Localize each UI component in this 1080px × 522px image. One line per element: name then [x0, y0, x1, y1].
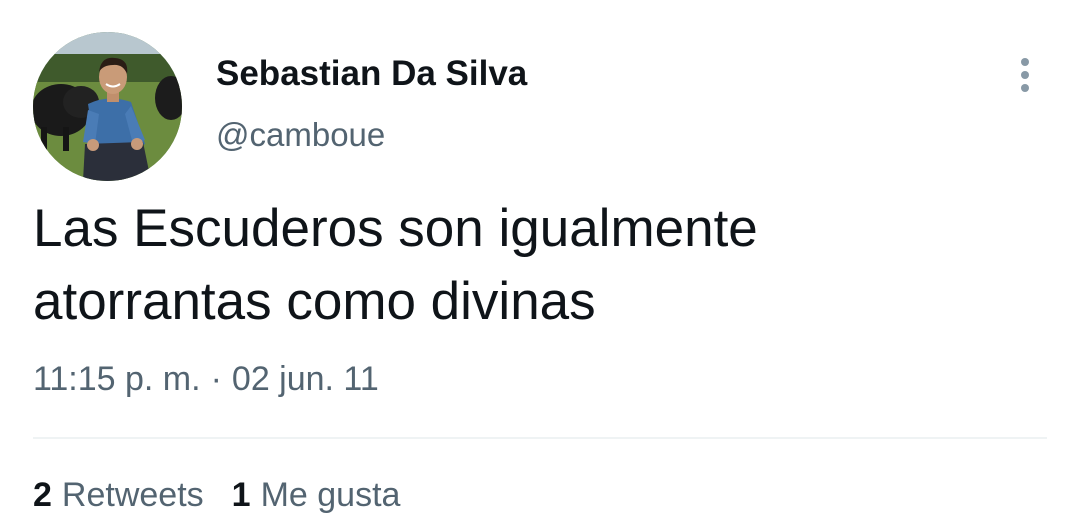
meta-separator: ·	[210, 360, 222, 398]
retweets-label: Retweets	[61, 476, 204, 514]
likes-count: 1	[231, 476, 251, 514]
divider	[33, 437, 1047, 439]
likes-label: Me gusta	[260, 476, 401, 514]
likes-stat[interactable]: 1 Me gusta	[232, 476, 401, 515]
tweet-date[interactable]: 02 jun. 11	[232, 360, 379, 398]
retweets-stat[interactable]: 2 Retweets	[33, 476, 204, 515]
tweet-text: Las Escuderos son igualmente atorrantas …	[33, 192, 1033, 338]
tweet-card[interactable]: Sebastian Da Silva @camboue Las Escudero…	[0, 0, 1080, 522]
retweets-count: 2	[33, 476, 52, 514]
tweet-text-line: Las Escuderos son igualmente	[33, 199, 758, 258]
author-name[interactable]: Sebastian Da Silva	[216, 54, 527, 94]
tweet-stats: 2 Retweets 1 Me gusta	[33, 476, 428, 515]
author-handle[interactable]: @camboue	[216, 116, 385, 154]
more-vertical-icon	[1021, 58, 1029, 92]
tweet-text-line: atorrantas como divinas	[33, 272, 596, 331]
tweet-meta: 11:15 p. m. · 02 jun. 11	[33, 360, 379, 399]
avatar[interactable]	[33, 32, 182, 181]
avatar-photo	[33, 32, 182, 181]
more-options-button[interactable]	[1008, 56, 1042, 96]
tweet-time[interactable]: 11:15 p. m.	[33, 360, 201, 398]
